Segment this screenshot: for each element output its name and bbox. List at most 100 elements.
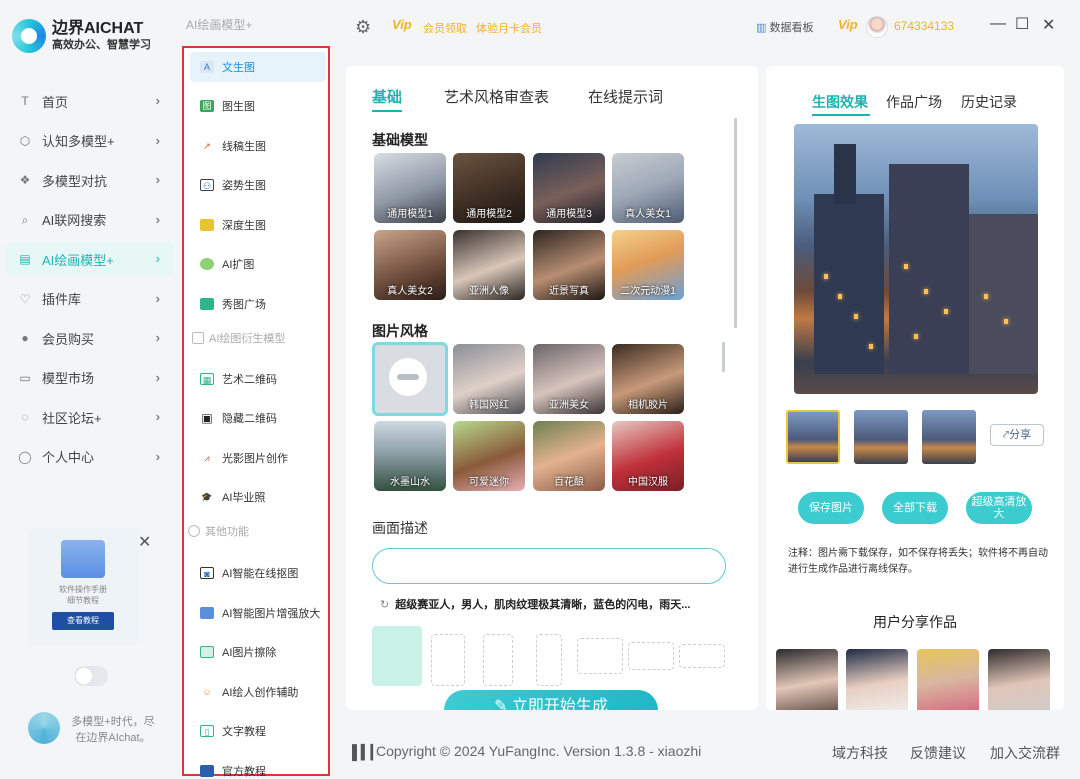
save-image-button[interactable]: 保存图片 xyxy=(798,492,864,524)
submenu-item-depth[interactable]: 深度生图 xyxy=(190,210,326,240)
submenu-item-art-qrcode[interactable]: ▦ 艺术二维码 xyxy=(190,364,326,394)
model-tile[interactable]: 通用模型3 xyxy=(533,153,605,223)
ratio-option[interactable] xyxy=(577,638,623,674)
ratio-option[interactable] xyxy=(536,634,562,686)
submenu-item-gallery[interactable]: 秀图广场 xyxy=(190,289,326,319)
download-all-button[interactable]: 全部下载 xyxy=(882,492,948,524)
tab-result[interactable]: 生图效果 xyxy=(812,92,868,112)
sidebar-item-multi-model[interactable]: ⬡ 认知多模型+ › xyxy=(6,124,174,158)
tab-gallery[interactable]: 作品广场 xyxy=(886,92,942,112)
pose-icon: ⚇ xyxy=(200,179,214,191)
user-id[interactable]: 674334133 xyxy=(894,19,954,33)
trial-member-link[interactable]: 体验月卡会员 xyxy=(476,20,542,36)
submenu-item-outpaint[interactable]: AI扩图 xyxy=(190,249,326,279)
tab-art-style[interactable]: 艺术风格审查表 xyxy=(444,86,549,107)
promo-line2: 细节教程 xyxy=(67,596,99,605)
sparkle-icon: ✎ xyxy=(494,698,508,710)
style-tile[interactable]: 中国汉服 xyxy=(612,421,684,491)
scrollbar[interactable] xyxy=(734,118,737,328)
copyright: Copyright © 2024 YuFangInc. Version 1.3.… xyxy=(376,743,702,759)
footer-link-company[interactable]: 域方科技 xyxy=(832,743,888,763)
avatar[interactable] xyxy=(866,16,888,38)
style-tile[interactable]: 百花酿 xyxy=(533,421,605,491)
model-tile[interactable]: 近景写真 xyxy=(533,230,605,300)
close-window-icon[interactable]: ✕ xyxy=(1042,15,1055,35)
refresh-icon[interactable]: ↻ xyxy=(380,599,389,611)
style-tile-none[interactable] xyxy=(372,342,448,416)
shared-artwork[interactable] xyxy=(988,649,1050,710)
app-logo: 边界AICHAT 高效办公、智慧学习 xyxy=(12,14,172,58)
ratio-option[interactable] xyxy=(628,642,674,670)
model-tile[interactable]: 通用模型1 xyxy=(374,153,446,223)
sidebar-item-profile[interactable]: ◯ 个人中心 › xyxy=(6,440,174,474)
maximize-icon[interactable]: ☐ xyxy=(1015,14,1029,34)
close-icon[interactable]: ✕ xyxy=(138,532,151,552)
result-thumbnail[interactable] xyxy=(854,410,908,464)
style-tile[interactable]: 水墨山水 xyxy=(374,421,446,491)
submenu-item-lineart[interactable]: ↗ 线稿生图 xyxy=(190,131,326,161)
model-tile[interactable]: 真人美女2 xyxy=(374,230,446,300)
ratio-option[interactable] xyxy=(483,634,513,686)
submenu-item-image-to-image[interactable]: 图图生图 xyxy=(190,91,326,121)
tab-history[interactable]: 历史记录 xyxy=(961,92,1017,112)
description-input[interactable] xyxy=(372,548,726,584)
sidebar-item-ai-painting[interactable]: ▤ AI绘画模型+ › xyxy=(6,242,174,276)
generated-image[interactable] xyxy=(794,124,1038,394)
ratio-option[interactable] xyxy=(431,634,465,686)
shared-artwork[interactable] xyxy=(846,649,908,710)
sidebar-item-plugins[interactable]: ♡ 插件库 › xyxy=(6,282,174,316)
gear-icon[interactable]: ⚙ xyxy=(355,17,371,38)
shared-artwork[interactable] xyxy=(917,649,979,710)
minimize-icon[interactable]: — xyxy=(990,15,1006,33)
scrollbar[interactable] xyxy=(722,342,725,372)
footer-link-join-group[interactable]: 加入交流群 xyxy=(990,743,1060,763)
style-tile[interactable]: 亚洲美女 xyxy=(533,344,605,414)
model-tile[interactable]: 二次元动漫1 xyxy=(612,230,684,300)
ratio-option-selected[interactable] xyxy=(372,626,422,686)
submenu-item-enhance[interactable]: AI智能图片增强放大 xyxy=(190,598,326,628)
sidebar-item-model-market[interactable]: ▭ 模型市场 › xyxy=(6,361,174,395)
share-button[interactable]: ⤤分享 xyxy=(990,424,1044,446)
image-icon: 图 xyxy=(200,100,214,112)
submenu-item-pose[interactable]: ⚇ 姿势生图 xyxy=(190,170,326,200)
layers-icon xyxy=(200,219,214,231)
style-tile[interactable]: 可爱迷你 xyxy=(453,421,525,491)
submenu-item-text-tutorial[interactable]: ▯ 文字教程 xyxy=(190,716,326,746)
prompt-example[interactable]: ↻ 超级赛亚人，男人，肌肉纹理极其清晰，蓝色的闪电，雨天... xyxy=(380,596,690,612)
footer-link-feedback[interactable]: 反馈建议 xyxy=(910,743,966,763)
tab-basic[interactable]: 基础 xyxy=(372,86,402,107)
chevron-right-icon: › xyxy=(155,290,160,306)
submenu-item-erase[interactable]: AI图片擦除 xyxy=(190,637,326,667)
ratio-option[interactable] xyxy=(679,644,725,668)
video-icon xyxy=(200,765,214,777)
model-tile[interactable]: 亚洲人像 xyxy=(453,230,525,300)
sidebar-item-home[interactable]: T 首页 › xyxy=(6,84,174,118)
promo-line1: 软件操作手册 xyxy=(59,585,107,594)
theme-toggle[interactable] xyxy=(74,666,108,686)
submenu-item-portrait-assist[interactable]: ☺ AI绘人创作辅助 xyxy=(190,677,326,707)
submenu-item-cutout[interactable]: ◙ AI智能在线抠图 xyxy=(190,558,326,588)
style-tile[interactable]: 韩国网红 xyxy=(453,344,525,414)
sidebar-item-forum[interactable]: ◌ 社区论坛+ › xyxy=(6,400,174,434)
dashboard-link[interactable]: ▥ 数据看板 xyxy=(756,19,813,35)
result-thumbnail[interactable] xyxy=(922,410,976,464)
sidebar-item-web-search[interactable]: ⌕ AI联网搜索 › xyxy=(6,203,174,237)
model-tile[interactable]: 真人美女1 xyxy=(612,153,684,223)
sidebar-item-membership[interactable]: ● 会员购买 › xyxy=(6,321,174,355)
model-tile[interactable]: 通用模型2 xyxy=(453,153,525,223)
sidebar-item-model-battle[interactable]: ❖ 多模型对抗 › xyxy=(6,163,174,197)
member-claim-link[interactable]: 会员领取 xyxy=(423,20,467,36)
submenu-item-official-tutorial[interactable]: 官方教程 xyxy=(190,756,326,779)
style-tile[interactable]: 相机胶片 xyxy=(612,344,684,414)
graduation-cap-icon: 🎓 xyxy=(201,492,213,502)
submenu-item-text-to-image[interactable]: A 文生图 xyxy=(190,52,326,82)
generate-button[interactable]: ✎ 立即开始生成 xyxy=(444,690,658,710)
submenu-item-hidden-qrcode[interactable]: ▣ 隐藏二维码 xyxy=(190,403,326,433)
tab-online-prompt[interactable]: 在线提示词 xyxy=(588,86,663,107)
upscale-button[interactable]: 超级高清放大 xyxy=(966,492,1032,524)
view-tutorial-button[interactable]: 查看教程 xyxy=(52,612,114,630)
submenu-item-light-shadow[interactable]: ⩘ 光影图片创作 xyxy=(190,443,326,473)
shared-artwork[interactable] xyxy=(776,649,838,710)
result-thumbnail-selected[interactable] xyxy=(786,410,840,464)
submenu-item-graduation[interactable]: 🎓 AI毕业照 xyxy=(190,482,326,512)
